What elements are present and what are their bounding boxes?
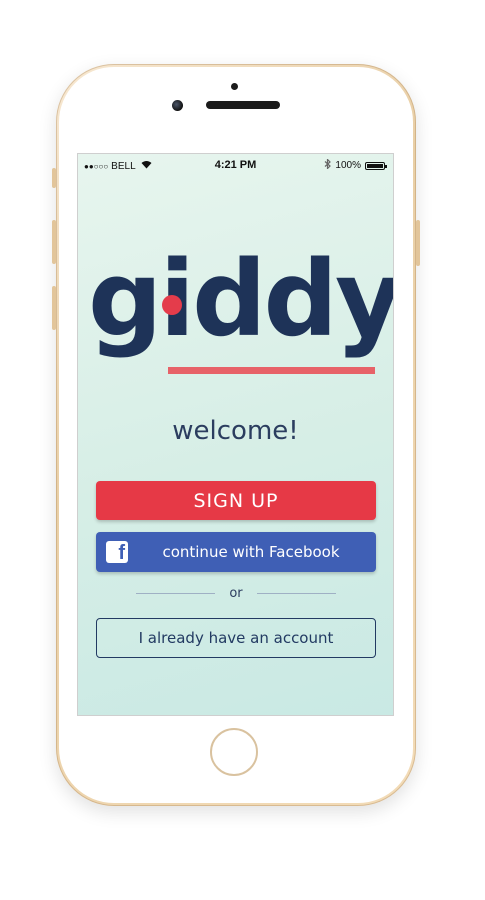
divider-or-text: or <box>229 585 243 601</box>
sign-up-button[interactable]: SIGN UP <box>96 481 376 520</box>
app-screen: ●●○○○ BELL 4:21 PM 100% giddy welcome! S… <box>77 153 394 716</box>
existing-account-label: I already have an account <box>138 629 334 647</box>
sign-up-label: SIGN UP <box>193 489 279 512</box>
front-sensor <box>231 83 238 90</box>
battery-icon <box>365 161 387 170</box>
divider-line-left <box>136 592 216 594</box>
front-camera <box>172 100 183 111</box>
battery-percent: 100% <box>335 160 361 171</box>
status-right: 100% <box>324 158 387 172</box>
facebook-label: continue with Facebook <box>162 543 340 561</box>
divider-line-right <box>256 592 336 594</box>
volume-up-button <box>52 220 56 264</box>
logo-wordmark: giddy <box>88 238 394 360</box>
status-bar: ●●○○○ BELL 4:21 PM 100% <box>78 154 393 176</box>
existing-account-button[interactable]: I already have an account <box>96 618 376 658</box>
facebook-icon: f <box>106 541 128 563</box>
home-button[interactable] <box>210 728 258 776</box>
volume-down-button <box>52 286 56 330</box>
bluetooth-icon <box>324 158 332 172</box>
power-button <box>416 220 420 266</box>
or-divider: or <box>136 585 336 601</box>
welcome-heading: welcome! <box>172 416 299 446</box>
logo-underline <box>168 367 375 374</box>
earpiece-speaker <box>206 101 280 109</box>
giddy-logo: giddy <box>88 247 393 389</box>
facebook-login-button[interactable]: f continue with Facebook <box>96 532 376 572</box>
silent-switch <box>52 168 56 188</box>
logo-dot <box>162 295 182 315</box>
